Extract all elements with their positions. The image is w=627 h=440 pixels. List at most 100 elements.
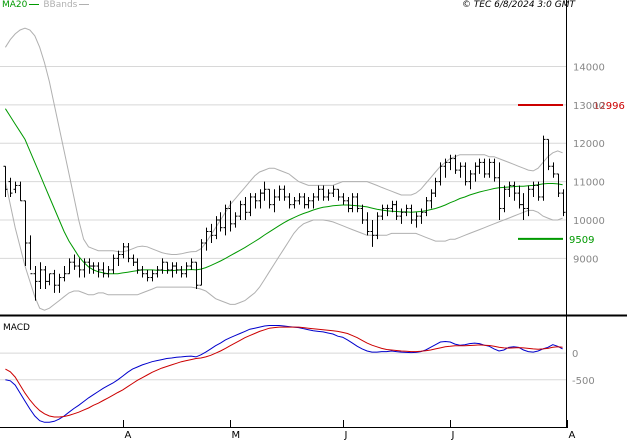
ohlc-bar (150, 269, 155, 282)
ohlc-bar (502, 185, 507, 213)
ohlc-bar (248, 193, 253, 217)
ohlc-bar (380, 204, 385, 220)
ohlc-bar (429, 189, 434, 209)
ohlc-bar (155, 266, 160, 278)
chart-frame (0, 0, 627, 428)
ohlc-bar (326, 189, 331, 201)
ohlc-bar (43, 266, 48, 290)
ohlc-bar (487, 158, 492, 178)
ohlc-bar (355, 193, 360, 213)
ohlc-bar (517, 185, 522, 209)
ohlc-bar (62, 266, 67, 282)
ohlc-bar (492, 158, 497, 182)
ohlc-bar (160, 258, 165, 274)
ohlc-bar (96, 262, 101, 278)
x-tick-label: J (344, 430, 348, 440)
ohlc-bar (111, 254, 116, 274)
ohlc-bar (512, 181, 517, 201)
price-tick-label: 13000 (573, 101, 605, 112)
ohlc-bar (194, 261, 199, 290)
ohlc-bar (267, 188, 272, 209)
ohlc-bar (126, 243, 131, 263)
ohlc-bar (370, 219, 375, 247)
ohlc-bar (404, 204, 409, 217)
ohlc-bar (521, 193, 526, 220)
ohlc-bar (72, 254, 77, 270)
ohlc-bar (531, 181, 536, 197)
ohlc-bar (228, 200, 233, 232)
copyright-text: © TEC 6/8/2024 3:0 GMT (461, 0, 575, 10)
price-tick-label: 14000 (573, 62, 605, 73)
legend-bbands-swatch (79, 4, 90, 5)
support-level-label: 9509 (569, 235, 594, 246)
ohlc-bar (8, 177, 13, 197)
ohlc-bar (321, 185, 326, 201)
x-tick-label: A (569, 430, 576, 440)
ohlc-bar (179, 266, 184, 278)
ohlc-bar (399, 208, 404, 224)
ohlc-bar (448, 154, 453, 171)
stock-chart: 129969509 90001000011000120001300014000 … (0, 0, 627, 440)
ohlc-bar (477, 158, 482, 174)
ohlc-bar (272, 189, 277, 213)
ohlc-bar (262, 181, 267, 201)
ohlc-bar (287, 193, 292, 209)
ohlc-bar (292, 196, 297, 209)
ohlc-bar (561, 189, 566, 217)
x-tick-label: M (232, 430, 241, 440)
ohlc-bar (91, 262, 96, 274)
legend-ma20-label: MA20 (2, 0, 28, 10)
ohlc-bar (106, 266, 111, 278)
ohlc-bar (101, 262, 106, 278)
ohlc-bar (209, 223, 214, 244)
x-tick-label: A (125, 430, 132, 440)
ohlc-bar (526, 185, 531, 217)
ohlc-bar (165, 261, 170, 274)
ohlc-bar (433, 177, 438, 197)
ohlc-bar (282, 185, 287, 201)
x-axis: AMJJA (123, 420, 576, 440)
ohlc-bar (145, 269, 150, 282)
macd-tick-label: 0 (572, 349, 578, 360)
price-levels: 129969509 (518, 101, 625, 246)
ohlc-bar (18, 181, 23, 202)
ohlc-bar (331, 185, 336, 197)
ohlc-bar (551, 162, 556, 178)
ohlc-bar (77, 258, 82, 278)
price-tick-label: 12000 (573, 139, 605, 150)
ohlc-bar (258, 189, 263, 209)
ohlc-bar (341, 193, 346, 205)
ohlc-bar (424, 196, 429, 217)
ohlc-bar (316, 185, 321, 201)
legend-bbands-label: BBands (43, 0, 78, 10)
bbands-upper-line (4, 27, 563, 255)
ohlc-bar (23, 200, 28, 267)
chart-legend: MA20 BBands (2, 0, 91, 10)
x-tick-label: J (451, 430, 455, 440)
ohlc-bar (497, 162, 502, 220)
ohlc-bar (38, 262, 43, 290)
ohlc-bar (277, 185, 282, 201)
ohlc-bar (482, 158, 487, 178)
price-tick-label: 11000 (573, 178, 605, 189)
macd-gridlines (0, 352, 566, 381)
ohlc-bar (360, 204, 365, 224)
ohlc-bar (174, 262, 179, 274)
ohlc-bar (453, 154, 458, 174)
ohlc-bar (468, 170, 473, 190)
bbands-lower-line (4, 181, 563, 311)
ohlc-bar (556, 173, 561, 197)
signal-series-line (5, 326, 563, 418)
ohlc-bar (336, 188, 341, 201)
macd-panel-label: MACD (3, 323, 30, 333)
ohlc-bar (297, 193, 302, 205)
ohlc-bar (243, 196, 248, 220)
ohlc-bar (121, 243, 126, 259)
ohlc-bar (135, 258, 140, 274)
ohlc-bar (131, 254, 136, 267)
ohlc-bar (394, 200, 399, 220)
price-tick-label: 9000 (573, 254, 598, 265)
macd-y-axis: 0 -500 (572, 349, 595, 387)
ohlc-bar (365, 212, 370, 236)
ohlc-bar (52, 269, 57, 293)
